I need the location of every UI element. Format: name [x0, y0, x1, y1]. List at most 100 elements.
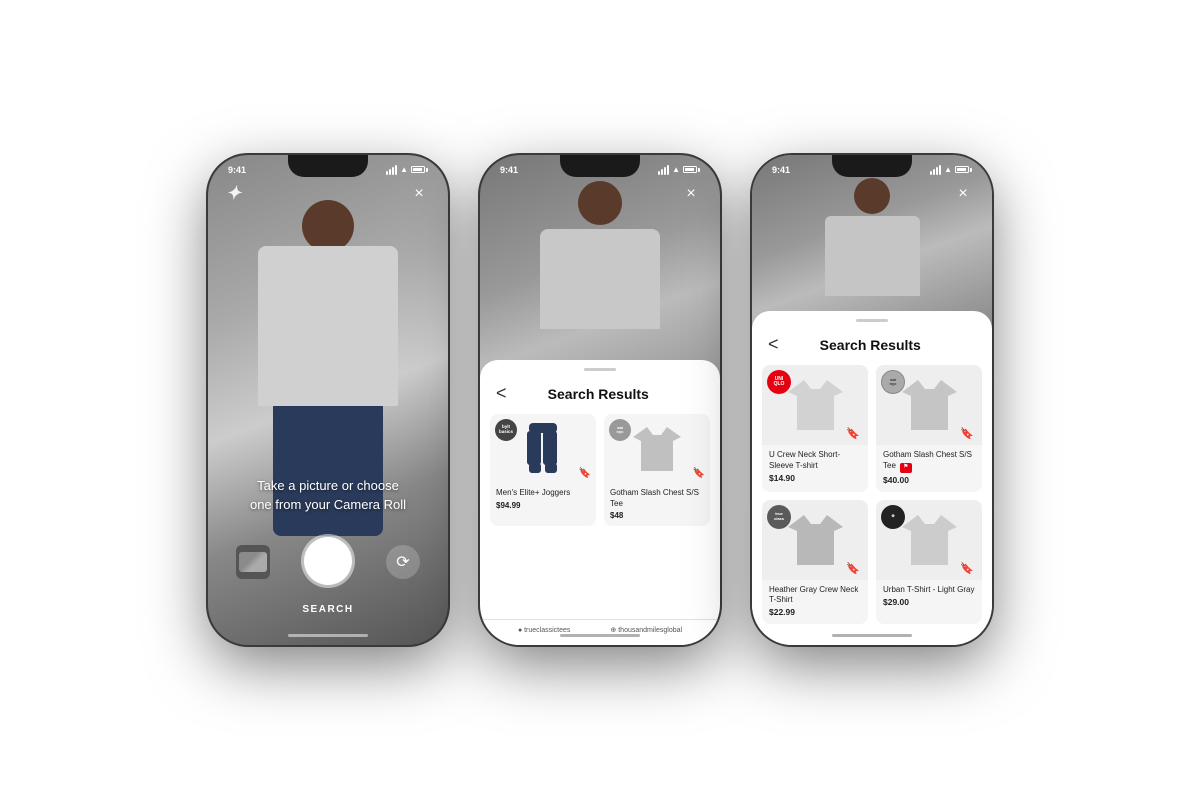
search-label: SEARCH — [302, 604, 353, 615]
product-price-thousand: $29.00 — [883, 597, 975, 607]
status-bar-1: 9:41 ▲ — [208, 155, 448, 179]
joggers-image — [525, 423, 561, 475]
bookmark-tshirt-2[interactable]: 🔖 — [693, 468, 705, 479]
wifi-icon-2: ▲ — [672, 165, 680, 174]
product-name-uniqlo: U Crew Neck Short-Sleeve T-shirt — [769, 450, 861, 471]
sheet-handle-3 — [856, 319, 888, 322]
close-button-2[interactable]: × — [680, 183, 702, 205]
product-card-uniqlo[interactable]: UNIQLO 🔖 U Crew Neck Short-Sleeve T-shir… — [762, 365, 868, 491]
battery-icon — [411, 166, 428, 173]
bookmark-trueclassic[interactable]: 🔖 — [846, 562, 860, 575]
search-results-sheet: < Search Results byltbasics — [480, 360, 720, 644]
back-button-3[interactable]: < — [768, 334, 779, 355]
product-price-trueclassic: $22.99 — [769, 607, 861, 617]
close-button[interactable]: × — [408, 183, 430, 205]
person-head-2 — [578, 181, 622, 225]
brand-badge-trueclassic: trueclass — [767, 505, 791, 529]
product-name-thousand: Urban T-Shirt - Light Gray — [883, 585, 975, 595]
home-indicator — [288, 634, 368, 637]
back-button[interactable]: < — [496, 383, 507, 404]
product-price-saturday: $40.00 — [883, 475, 975, 485]
phone-search-partial: 9:41 ▲ × — [480, 155, 720, 645]
product-card-joggers[interactable]: byltbasics 🔖 Men's Elite+ Jogg — [490, 414, 596, 526]
product-image-tshirt-2: satnyc 🔖 — [604, 414, 710, 484]
search-full-screen: 9:41 ▲ × — [752, 155, 992, 645]
product-info-uniqlo: U Crew Neck Short-Sleeve T-shirt $14.90 — [762, 445, 868, 490]
person-body — [258, 246, 398, 406]
scene: 9:41 ▲ ✦ × — [0, 0, 1200, 799]
tshirt-saturday — [902, 380, 957, 430]
wifi-icon-3: ▲ — [944, 165, 952, 174]
tshirt-image-2 — [633, 427, 681, 471]
bookmark-saturday[interactable]: 🔖 — [960, 427, 974, 440]
brand-badge-thousand: ⊕ — [881, 505, 905, 529]
battery-icon-3 — [955, 166, 972, 173]
bookmark-uniqlo[interactable]: 🔖 — [846, 427, 860, 440]
product-info-saturday: Gotham Slash Chest S/S Tee ⚑ $40.00 — [876, 445, 982, 491]
brand-peek-1: ● trueclassictees — [518, 627, 570, 634]
bookmark-thousand[interactable]: 🔖 — [960, 562, 974, 575]
sheet-header-3: < Search Results — [752, 334, 992, 365]
product-name-saturday: Gotham Slash Chest S/S Tee ⚑ — [883, 450, 975, 472]
product-image-uniqlo: UNIQLO 🔖 — [762, 365, 868, 445]
product-info-joggers: Men's Elite+ Joggers $94.99 — [490, 484, 596, 515]
camera-screen: 9:41 ▲ ✦ × — [208, 155, 448, 645]
product-grid-3: UNIQLO 🔖 U Crew Neck Short-Sleeve T-shir… — [752, 365, 992, 624]
signal-icon-3 — [930, 165, 941, 175]
person-legs — [273, 406, 383, 536]
sheet-title-3: Search Results — [791, 337, 950, 353]
time-display: 9:41 — [228, 165, 246, 175]
product-image-thousand: ⊕ 🔖 — [876, 500, 982, 580]
status-icons-3: ▲ — [930, 165, 972, 175]
phone-search-full: 9:41 ▲ × — [752, 155, 992, 645]
product-card-tshirt-2[interactable]: satnyc 🔖 Gotham Slash Chest S/S Tee $48 — [604, 414, 710, 526]
person-photo-2 — [530, 173, 670, 317]
time-display-3: 9:41 — [772, 165, 790, 175]
tshirt-uniqlo — [788, 380, 843, 430]
product-card-saturday[interactable]: satnyc 🔖 Gotham Slash Chest S/S Tee ⚑ — [876, 365, 982, 491]
battery-icon-2 — [683, 166, 700, 173]
brand-peek-bar: ● trueclassictees ⊕ thousandmilesglobal — [480, 619, 720, 645]
tshirt-trueclassic — [788, 515, 843, 565]
product-name-joggers: Men's Elite+ Joggers — [496, 488, 590, 498]
sale-badge: ⚑ — [900, 463, 911, 473]
instruction-text: Take a picture or choose one from your C… — [248, 476, 408, 515]
product-price-joggers: $94.99 — [496, 501, 590, 510]
close-button-3[interactable]: × — [952, 183, 974, 205]
product-name-tshirt-2: Gotham Slash Chest S/S Tee — [610, 488, 704, 509]
person-head — [302, 200, 354, 252]
time-display-2: 9:41 — [500, 165, 518, 175]
product-info-thousand: Urban T-Shirt - Light Gray $29.00 — [876, 580, 982, 614]
product-image-trueclassic: trueclass 🔖 — [762, 500, 868, 580]
signal-icon-2 — [658, 165, 669, 175]
shutter-button[interactable] — [304, 537, 352, 585]
selfie-button[interactable]: ⟳ — [386, 545, 420, 579]
status-icons: ▲ — [386, 165, 428, 175]
product-image-saturday: satnyc 🔖 — [876, 365, 982, 445]
phone-camera: 9:41 ▲ ✦ × — [208, 155, 448, 645]
search-partial-screen: 9:41 ▲ × — [480, 155, 720, 645]
sheet-header: < Search Results — [480, 383, 720, 414]
product-card-trueclassic[interactable]: trueclass 🔖 Heather Gray Crew Neck T-Shi… — [762, 500, 868, 625]
status-icons-2: ▲ — [658, 165, 700, 175]
sheet-title: Search Results — [519, 386, 678, 402]
product-name-trueclassic: Heather Gray Crew Neck T-Shirt — [769, 585, 861, 606]
product-price-uniqlo: $14.90 — [769, 473, 861, 483]
search-results-sheet-3: < Search Results UNIQLO 🔖 — [752, 311, 992, 644]
gallery-button[interactable] — [236, 545, 270, 579]
product-grid-2: byltbasics 🔖 Men's Elite+ Jogg — [480, 414, 720, 526]
product-image-joggers: byltbasics 🔖 — [490, 414, 596, 484]
wifi-icon: ▲ — [400, 165, 408, 174]
product-card-thousand[interactable]: ⊕ 🔖 Urban T-Shirt - Light Gray $29.00 — [876, 500, 982, 625]
brand-badge-saturday: satnyc — [609, 419, 631, 441]
bookmark-joggers[interactable]: 🔖 — [579, 468, 591, 479]
status-bar-2: 9:41 ▲ — [480, 155, 720, 179]
app-logo: ✦ — [226, 183, 241, 204]
brand-badge-bylt: byltbasics — [495, 419, 517, 441]
person-body-3 — [825, 216, 920, 296]
home-indicator-2 — [560, 634, 640, 637]
home-indicator-3 — [832, 634, 912, 637]
signal-icon — [386, 165, 397, 175]
sheet-handle — [584, 368, 616, 371]
product-info-tshirt-2: Gotham Slash Chest S/S Tee $48 — [604, 484, 710, 526]
